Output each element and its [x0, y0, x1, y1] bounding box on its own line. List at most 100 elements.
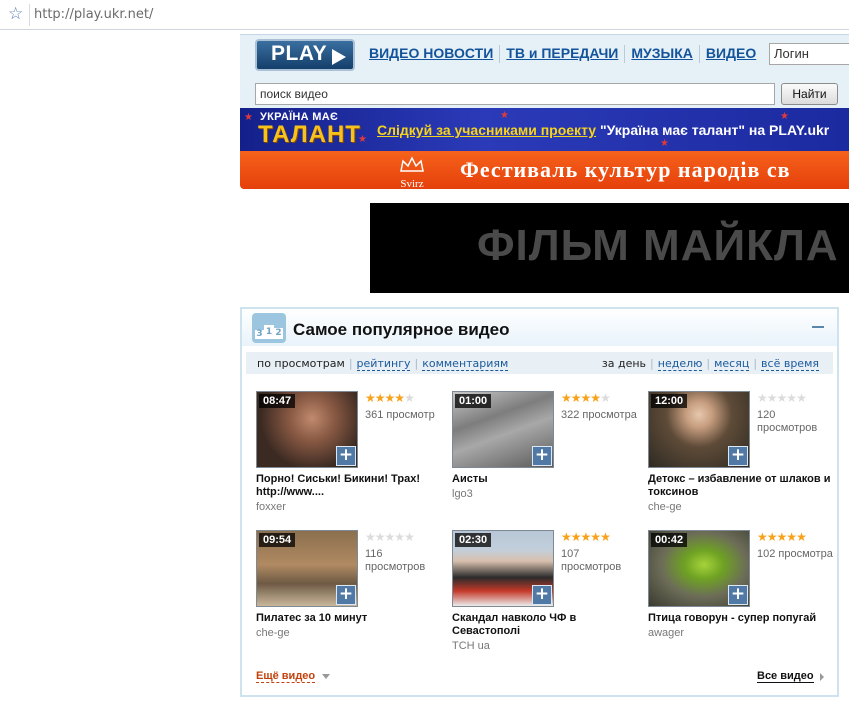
star-icon[interactable]: ★ [767, 391, 778, 405]
video-author[interactable]: lgo3 [452, 488, 473, 500]
add-to-playlist-icon[interactable]: + [336, 446, 356, 466]
star-icon[interactable]: ★ [777, 391, 788, 405]
video-thumbnail[interactable]: 00:42 + [648, 530, 750, 607]
address-bar[interactable]: ☆ http://play.ukr.net/ [0, 0, 849, 30]
nav-music[interactable]: МУЗЫКА [631, 45, 693, 63]
video-author[interactable]: foxxer [256, 501, 286, 513]
video-title[interactable]: Скандал навколо ЧФ в Севастополі [452, 612, 638, 638]
star-icon[interactable]: ★ [796, 391, 807, 405]
add-to-playlist-icon[interactable]: + [728, 585, 748, 605]
play-triangle-icon [332, 49, 346, 65]
play-logo[interactable]: PLAY [255, 39, 355, 71]
video-title[interactable]: Детокс – избавление от шлаков и токсинов [648, 473, 834, 499]
podium-first: 1 [264, 325, 274, 339]
star-icon[interactable]: ★ [581, 530, 592, 544]
period-month[interactable]: месяц [714, 357, 750, 371]
period-divider: | [706, 357, 711, 370]
star-icon[interactable]: ★ [571, 391, 582, 405]
login-input[interactable]: Логин [769, 43, 849, 65]
popular-video-widget: 3 1 2 Самое популярное видео по просмотр… [240, 307, 839, 697]
star-icon[interactable]: ★ [600, 530, 611, 544]
star-icon[interactable]: ★ [590, 391, 601, 405]
star-icon[interactable]: ★ [767, 530, 778, 544]
talent-banner-text[interactable]: Слідкуй за учасниками проекту "Україна м… [377, 122, 829, 138]
star-icon[interactable]: ★ [404, 530, 415, 544]
star-icon[interactable]: ★ [757, 391, 768, 405]
star-icon[interactable]: ★ [394, 530, 405, 544]
star-icon[interactable]: ★ [600, 391, 611, 405]
talent-banner[interactable]: ★ ★ ★ ★ ★ УКРАЇНА МАЄ ТАЛАНТ Слідкуй за … [240, 108, 849, 151]
nav-tv-shows[interactable]: ТВ и ПЕРЕДАЧИ [506, 45, 618, 63]
video-thumbnail[interactable]: 01:00 + [452, 391, 554, 468]
rating-stars: ★★★★★ [365, 530, 415, 544]
search-button[interactable]: Найти [781, 83, 838, 105]
star-icon[interactable]: ★ [571, 530, 582, 544]
add-to-playlist-icon[interactable]: + [532, 446, 552, 466]
star-icon[interactable]: ★ [796, 530, 807, 544]
star-icon[interactable]: ★ [394, 391, 405, 405]
video-thumbnail[interactable]: 02:30 + [452, 530, 554, 607]
star-icon[interactable]: ★ [757, 530, 768, 544]
film-banner[interactable]: ФІЛЬМ МАЙКЛА М [370, 203, 849, 293]
add-to-playlist-icon[interactable]: + [532, 585, 552, 605]
star-icon[interactable]: ★ [404, 391, 415, 405]
video-title[interactable]: Пилатес за 10 минут [256, 612, 442, 625]
minimize-icon[interactable] [812, 326, 824, 328]
video-author[interactable]: awager [648, 627, 684, 639]
festival-banner[interactable]: Svirz Фестиваль культур народів св [240, 151, 849, 189]
star-icon[interactable]: ★ [365, 530, 376, 544]
video-title[interactable]: Аисты [452, 473, 638, 486]
star-icon[interactable]: ★ [385, 391, 396, 405]
sort-views[interactable]: по просмотрам [257, 357, 345, 370]
video-title[interactable]: Птица говорун - супер попугай [648, 612, 834, 625]
play-logo-text: PLAY [271, 42, 328, 65]
star-decoration-icon: ★ [780, 111, 789, 122]
chevron-down-icon[interactable] [322, 674, 330, 679]
sort-rating[interactable]: рейтингу [356, 357, 411, 371]
star-icon[interactable]: ★ [786, 530, 797, 544]
sort-bar: по просмотрам | рейтингу | комментариям за д… [246, 352, 833, 374]
star-icon[interactable]: ★ [590, 530, 601, 544]
festival-banner-text: Фестиваль культур народів св [460, 157, 791, 182]
svirz-logo-text: Svirz [400, 178, 424, 189]
video-thumbnail[interactable]: 09:54 + [256, 530, 358, 607]
video-author[interactable]: che-ge [648, 501, 682, 513]
star-icon[interactable]: ★ [375, 530, 386, 544]
star-icon[interactable]: ★ [561, 530, 572, 544]
rating-stars: ★★★★★ [561, 530, 611, 544]
video-title[interactable]: Порно! Сиськи! Бикини! Трах! http://www.… [256, 473, 442, 499]
star-icon[interactable]: ★ [786, 391, 797, 405]
sort-comments[interactable]: комментариям [422, 357, 509, 371]
star-icon[interactable]: ★ [375, 391, 386, 405]
talent-banner-link[interactable]: Слідкуй за учасниками проекту [377, 122, 596, 138]
nav-video[interactable]: ВИДЕО [706, 45, 756, 63]
star-icon[interactable]: ★ [581, 391, 592, 405]
video-thumbnail[interactable]: 12:00 + [648, 391, 750, 468]
view-count: 322 просмотра [561, 409, 637, 421]
star-icon[interactable]: ★ [561, 391, 572, 405]
talent-banner-rest: "Україна має талант" на PLAY.ukr [596, 122, 830, 138]
bookmark-star-icon[interactable]: ☆ [8, 4, 23, 24]
podium-second: 2 [274, 328, 283, 339]
nav-video-news[interactable]: ВИДЕО НОВОСТИ [369, 45, 493, 63]
more-videos-link[interactable]: Ещё видео [256, 670, 316, 683]
chevron-right-icon[interactable] [820, 673, 824, 681]
all-videos-link[interactable]: Все видео [757, 670, 814, 683]
nav-divider [499, 45, 501, 63]
period-day[interactable]: за день [602, 357, 646, 370]
star-icon[interactable]: ★ [365, 391, 376, 405]
search-input[interactable]: поиск видео [255, 83, 775, 105]
star-icon[interactable]: ★ [385, 530, 396, 544]
period-week[interactable]: неделю [657, 357, 703, 371]
video-thumbnail[interactable]: 08:47 + [256, 391, 358, 468]
add-to-playlist-icon[interactable]: + [728, 446, 748, 466]
view-count: 120 просмотров [757, 409, 818, 434]
url-text[interactable]: http://play.ukr.net/ [34, 7, 153, 22]
period-all-time[interactable]: всё время [761, 357, 819, 371]
video-author[interactable]: che-ge [256, 627, 290, 639]
add-to-playlist-icon[interactable]: + [336, 585, 356, 605]
video-author[interactable]: ТСН ua [452, 640, 490, 652]
star-icon[interactable]: ★ [777, 530, 788, 544]
podium-third: 3 [255, 329, 264, 339]
film-banner-text: ФІЛЬМ МАЙКЛА М [477, 221, 849, 270]
